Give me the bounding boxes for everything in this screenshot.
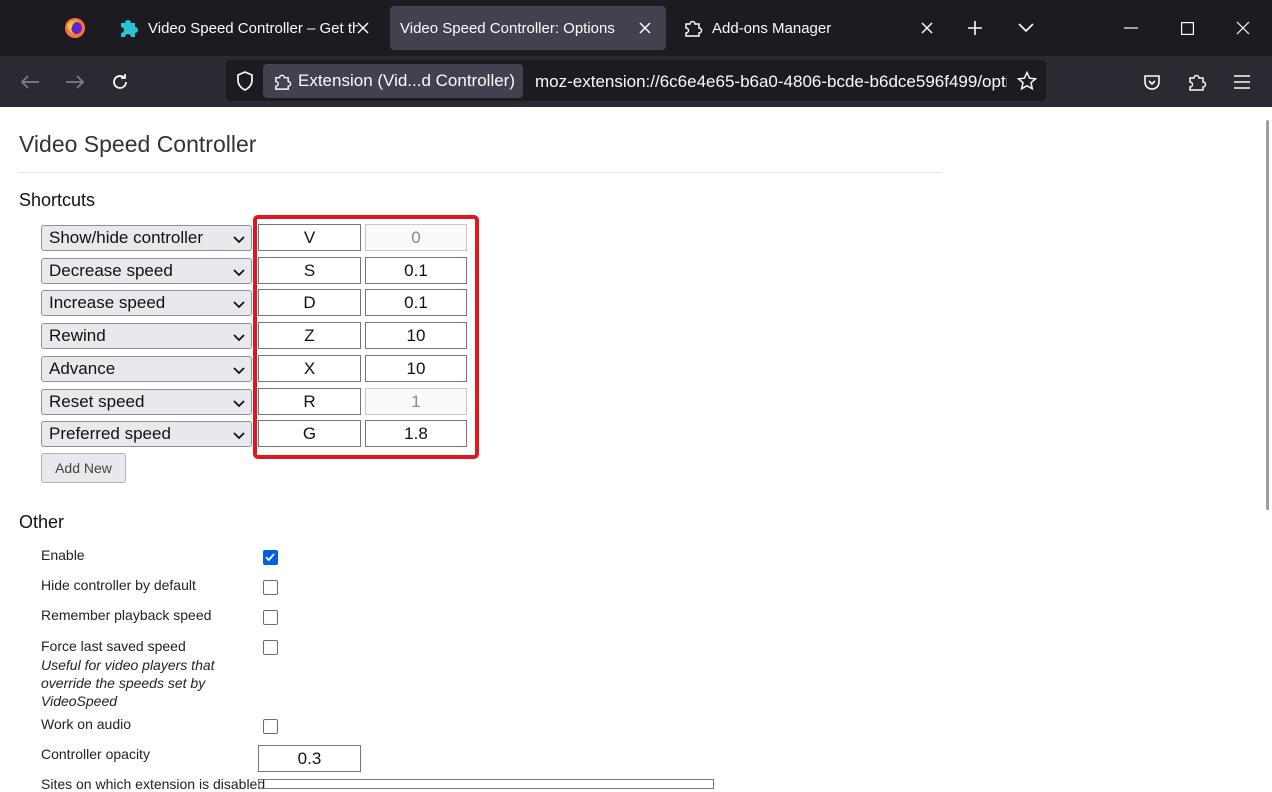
controller-opacity-input[interactable]: 0.3 [258,745,361,772]
option-note: Useful for video players that override t… [41,657,215,709]
shield-icon[interactable] [228,64,262,98]
forward-arrow-icon[interactable] [58,65,92,99]
identity-label: Extension (Vid...d Controller) [298,71,516,90]
list-all-tabs-chevron-icon[interactable] [1006,8,1046,48]
tab-label: Add-ons Manager [712,19,832,37]
page-scrollbar[interactable] [1266,120,1269,510]
reload-icon[interactable] [103,65,137,99]
option-label: Enable [41,547,85,563]
shortcut-action-select[interactable]: Advance [41,356,252,382]
close-icon[interactable] [916,17,938,39]
pocket-icon[interactable] [1135,65,1169,99]
tab-addons-manager[interactable]: Add-ons Manager [672,6,948,50]
close-icon[interactable] [352,17,374,39]
enable-checkbox[interactable] [263,550,278,565]
extensions-puzzle-icon[interactable] [1180,65,1214,99]
hamburger-menu-icon[interactable] [1225,65,1259,99]
chevron-down-icon [233,329,245,349]
option-label: Hide controller by default [41,577,196,593]
option-label: Sites on which extension is disabled [41,776,266,792]
page-title: Video Speed Controller [19,131,257,157]
chevron-down-icon [233,427,245,447]
tab-video-speed-controller-amo[interactable]: Video Speed Controller – Get this [108,6,384,50]
puzzle-outline-icon [273,72,292,91]
hide-controller-checkbox[interactable] [263,580,278,595]
option-label: Controller opacity [41,746,150,762]
work-on-audio-checkbox[interactable] [263,719,278,734]
title-divider [19,172,941,173]
other-heading: Other [19,512,65,532]
checkmark-icon [265,553,275,562]
shortcut-action-select[interactable]: Decrease speed [41,258,252,284]
remember-speed-checkbox[interactable] [263,610,278,625]
shortcut-action-select[interactable]: Show/hide controller [41,225,252,251]
tab-label: Video Speed Controller – Get this [148,19,358,37]
minimize-icon[interactable] [1111,8,1151,48]
chevron-down-icon [233,231,245,251]
highlight-annotation-box [253,215,479,459]
firefox-logo-icon[interactable] [55,8,95,48]
puzzle-outline-icon [682,17,704,39]
new-tab-plus-icon[interactable] [955,8,995,48]
option-label: Remember playback speed [41,607,212,623]
shortcut-action-select[interactable]: Preferred speed [41,421,252,447]
puzzle-extension-icon [118,17,140,39]
add-new-button[interactable]: Add New [41,453,126,483]
option-label: Force last saved speed [41,638,186,654]
tab-video-speed-controller-options[interactable]: Video Speed Controller: Options [390,6,666,50]
force-last-speed-checkbox[interactable] [263,640,278,655]
maximize-icon[interactable] [1167,8,1207,48]
shortcut-action-select[interactable]: Reset speed [41,389,252,415]
url-text[interactable]: moz-extension://6c6e4e65-b6a0-4806-bcde-… [535,72,1007,92]
bookmark-star-icon[interactable] [1010,64,1044,98]
site-identity-button[interactable]: Extension (Vid...d Controller) [263,64,523,98]
tab-label: Video Speed Controller: Options [400,19,615,37]
chevron-down-icon [233,362,245,382]
browser-chrome: Video Speed Controller – Get this Video … [0,0,1272,107]
window-close-icon[interactable] [1223,8,1263,48]
option-label: Work on audio [41,716,132,732]
chevron-down-icon [233,296,245,316]
shortcut-action-select[interactable]: Increase speed [41,290,252,316]
chevron-down-icon [233,395,245,415]
tab-bar: Video Speed Controller – Get this Video … [0,0,1272,56]
chevron-down-icon [233,264,245,284]
back-arrow-icon[interactable] [13,65,47,99]
shortcuts-heading: Shortcuts [19,190,96,210]
shortcut-action-select[interactable]: Rewind [41,323,252,349]
blacklist-textarea[interactable] [258,779,714,789]
close-icon[interactable] [634,17,656,39]
